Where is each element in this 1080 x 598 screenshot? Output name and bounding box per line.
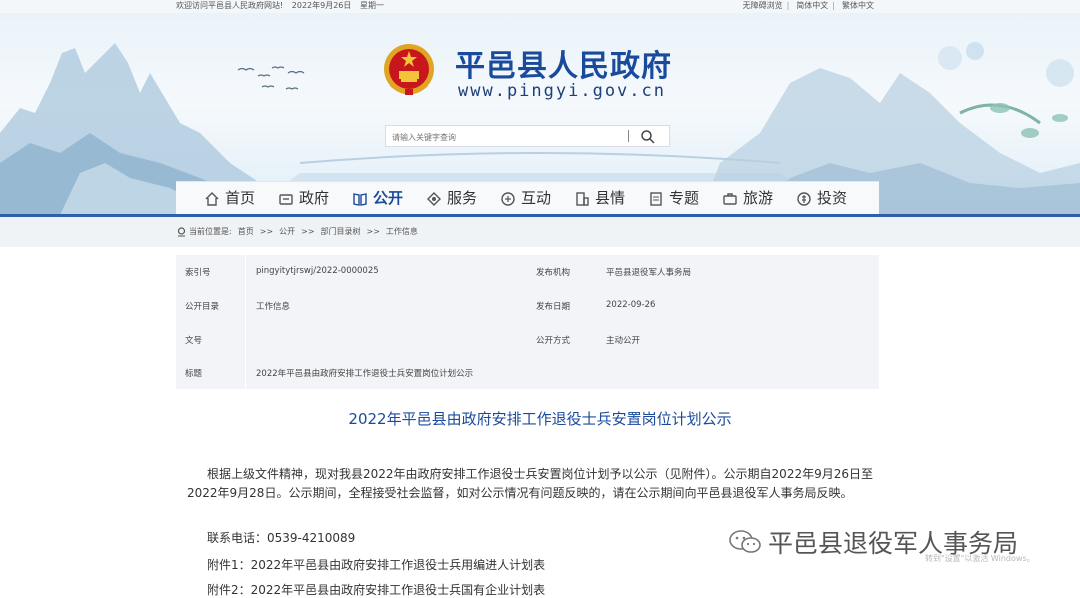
article-title: 2022年平邑县由政府安排工作退役士兵安置岗位计划公示 <box>348 410 732 428</box>
meta-value-method: 主动公开 <box>606 336 641 346</box>
meta-row: 标题 2022年平邑县由政府安排工作退役士兵安置岗位计划公示 <box>176 356 879 389</box>
nav-label: 服务 <box>447 189 478 207</box>
search-box <box>385 125 670 147</box>
nav-label: 旅游 <box>743 189 774 207</box>
meta-value-publisher: 平邑县退役军人事务局 <box>606 268 692 278</box>
meta-label-date: 发布日期 <box>536 302 571 312</box>
meta-row: 索引号 pingyitytjrswj/2022-0000025 发布机构 平邑县… <box>176 255 879 288</box>
meta-row: 文号 公开方式 主动公开 <box>176 323 879 356</box>
service-icon <box>427 191 441 206</box>
top-bar: 欢迎访问平邑县人民政府网站! 2022年9月26日 星期一 无障碍浏览 | 简体中文… <box>0 0 1080 13</box>
meta-label-catalog: 公开目录 <box>185 302 220 312</box>
nav-item-service[interactable]: 服务 <box>426 182 477 215</box>
top-links: 无障碍浏览 | 简体中文 | 繁体中文 <box>739 0 874 12</box>
breadcrumb-bar: 当前位置是: 首页 >> 公开 >> 部门目录树 >> 工作信息 <box>0 217 1080 247</box>
home-icon <box>205 191 219 206</box>
breadcrumb-prefix: 当前位置是: <box>189 227 232 236</box>
search-icon[interactable] <box>640 129 656 145</box>
divider <box>628 130 629 142</box>
weekday-text: 星期一 <box>359 1 384 10</box>
government-icon <box>279 193 293 205</box>
traditional-chinese-link[interactable]: 繁体中文 <box>842 1 874 10</box>
breadcrumb-link-current[interactable]: 工作信息 <box>386 226 418 237</box>
breadcrumb-link-dept[interactable]: 部门目录树 <box>321 226 361 237</box>
simplified-chinese-link[interactable]: 简体中文 <box>796 1 828 10</box>
meta-value-date: 2022-09-26 <box>606 300 656 310</box>
meta-label-method: 公开方式 <box>536 336 571 346</box>
divider: | <box>832 1 835 10</box>
nav-label: 首页 <box>225 189 256 207</box>
search-input[interactable] <box>390 128 624 146</box>
nav-item-topic[interactable]: 专题 <box>648 182 699 215</box>
welcome-text: 欢迎访问平邑县人民政府网站! <box>176 1 284 10</box>
nav-label: 县情 <box>595 189 626 207</box>
nav-label: 投资 <box>817 189 848 207</box>
nav-item-interact[interactable]: 互动 <box>500 182 551 215</box>
nav-label: 专题 <box>669 189 700 207</box>
site-url: www.pingyi.gov.cn <box>458 81 666 101</box>
article-body: 根据上级文件精神，现对我县2022年由政府安排工作退役士兵安置岗位计划予以公示（… <box>187 465 873 503</box>
meta-label-publisher: 发布机构 <box>536 268 571 278</box>
national-emblem-icon <box>384 44 434 95</box>
contact-phone: 联系电话：0539-4210089 <box>207 531 356 545</box>
meta-value-title: 2022年平邑县由政府安排工作退役士兵安置岗位计划公示 <box>256 369 474 379</box>
meta-label-docno: 文号 <box>185 336 203 346</box>
main-nav: 首页 政府 公开 服务 互动 县情 专题 旅游 投资 <box>176 181 879 215</box>
nav-item-travel[interactable]: 旅游 <box>722 182 773 215</box>
nav-item-home[interactable]: 首页 <box>204 182 255 215</box>
breadcrumb-link-open[interactable]: 公开 <box>279 226 295 237</box>
nav-item-open[interactable]: 公开 <box>352 182 403 215</box>
meta-value-catalog: 工作信息 <box>256 302 291 312</box>
nav-item-investment[interactable]: 投资 <box>796 182 847 215</box>
travel-icon <box>723 192 737 205</box>
divider: | <box>786 1 790 10</box>
site-title: 平邑县人民政府 <box>455 49 672 84</box>
nav-label: 公开 <box>373 189 404 207</box>
interact-icon <box>501 191 515 206</box>
breadcrumb-sep: >> <box>301 227 315 236</box>
date-text: 2022年9月26日 <box>291 1 352 10</box>
nav-label: 互动 <box>521 189 552 207</box>
article-paragraph: 根据上级文件精神，现对我县2022年由政府安排工作退役士兵安置岗位计划予以公示（… <box>187 467 873 500</box>
investment-icon <box>797 191 811 206</box>
meta-label-index: 索引号 <box>185 268 211 278</box>
location-pin-icon <box>177 226 186 236</box>
meta-value-index: pingyitytjrswj/2022-0000025 <box>256 266 379 276</box>
breadcrumb: 当前位置是: 首页 >> 公开 >> 部门目录树 >> 工作信息 <box>177 226 424 237</box>
breadcrumb-sep: >> <box>366 227 380 236</box>
topic-icon <box>650 191 662 206</box>
accessibility-link[interactable]: 无障碍浏览 <box>743 1 783 10</box>
nav-label: 政府 <box>299 189 330 207</box>
meta-label-title: 标题 <box>185 369 203 379</box>
wechat-icon <box>729 530 761 553</box>
document-meta-table: 索引号 pingyitytjrswj/2022-0000025 发布机构 平邑县… <box>176 255 879 389</box>
attachment-2-link[interactable]: 附件2：2022年平邑县由政府安排工作退役士兵国有企业计划表 <box>207 581 545 598</box>
attachment-1-link[interactable]: 附件1：2022年平邑县由政府安排工作退役士兵用编进人计划表 <box>207 556 545 573</box>
nav-item-county[interactable]: 县情 <box>574 182 625 215</box>
nav-item-government[interactable]: 政府 <box>278 182 329 215</box>
breadcrumb-sep: >> <box>259 227 274 236</box>
windows-activation-notice: 转到"设置"以激活 Windows。 <box>925 554 1035 563</box>
building-icon <box>576 191 589 206</box>
breadcrumb-link-home[interactable]: 首页 <box>238 226 254 237</box>
welcome-area: 欢迎访问平邑县人民政府网站! 2022年9月26日 星期一 <box>176 0 390 12</box>
meta-row: 公开目录 工作信息 发布日期 2022-09-26 <box>176 289 879 322</box>
book-icon <box>353 192 367 206</box>
